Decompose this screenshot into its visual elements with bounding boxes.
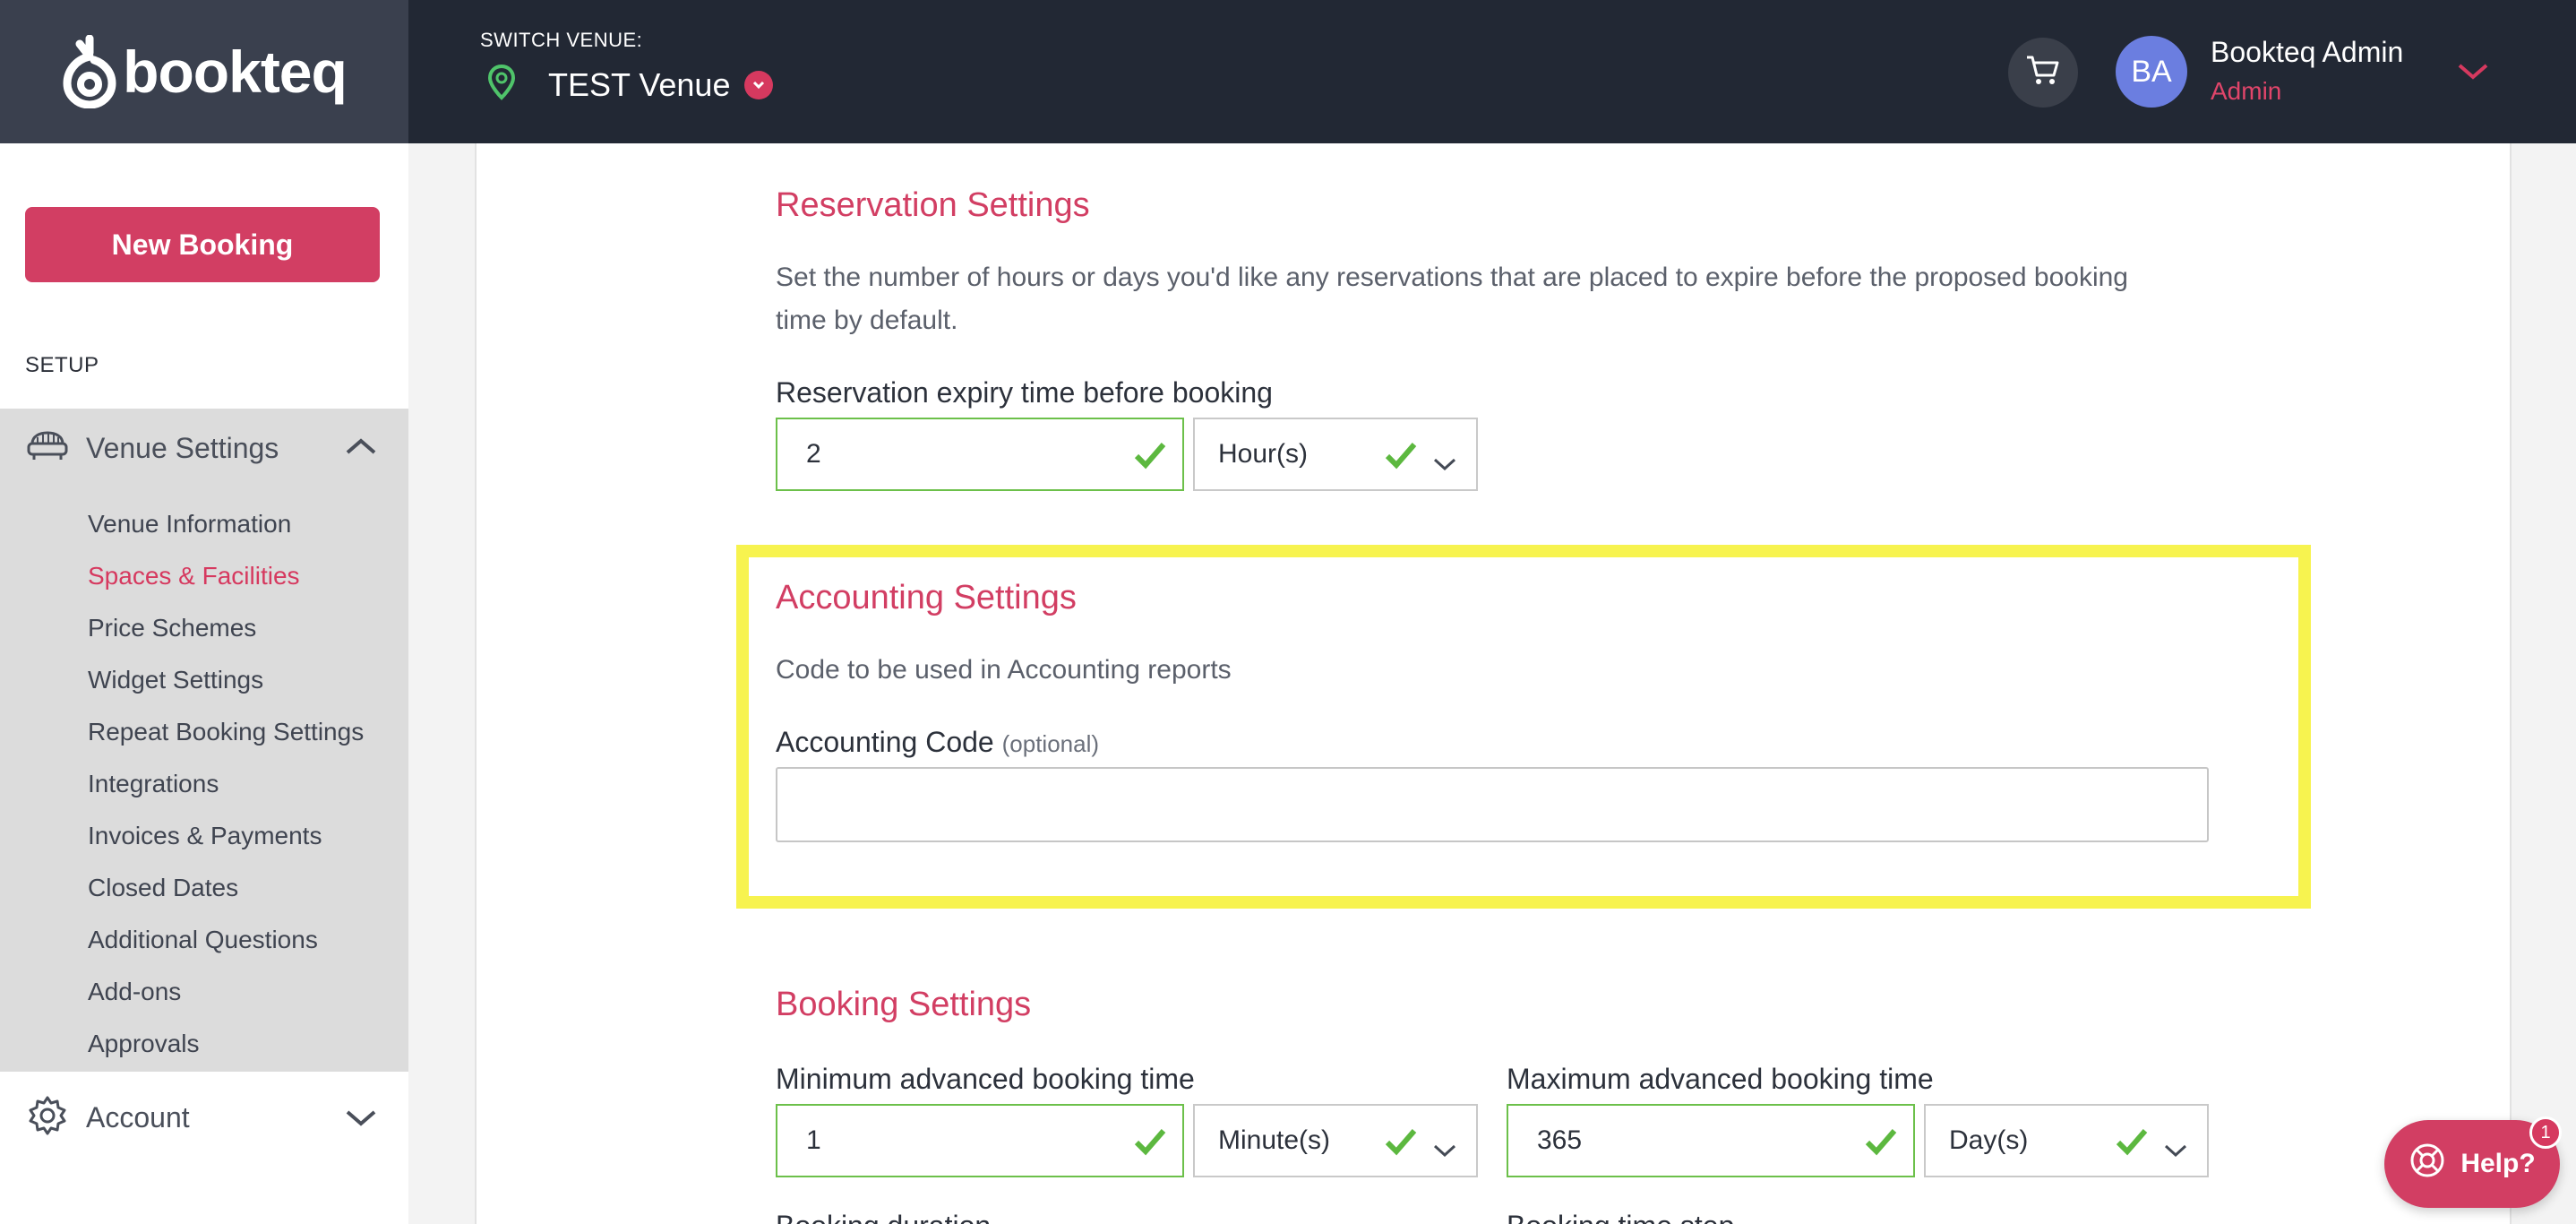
venue-name: TEST Venue (548, 65, 731, 103)
user-name[interactable]: Bookteq Admin (2211, 36, 2403, 69)
check-icon (1865, 1127, 1897, 1163)
reservation-settings-description: Set the number of hours or days you'd li… (776, 263, 2128, 335)
new-booking-button[interactable]: New Booking (25, 207, 380, 282)
min-booking-time-input[interactable]: 1 (776, 1104, 1184, 1177)
cart-icon (2025, 54, 2061, 92)
chevron-down-icon (2164, 1134, 2187, 1165)
cart-button[interactable] (2008, 38, 2078, 108)
accounting-settings-description: Code to be used in Accounting reports (776, 655, 1232, 685)
min-booking-time-value: 1 (806, 1125, 821, 1155)
sidebar-item-spaces-facilities[interactable]: Spaces & Facilities (88, 550, 364, 602)
check-icon (1385, 441, 1417, 477)
accounting-settings-title: Accounting Settings (776, 579, 1077, 616)
accounting-code-label-text: Accounting Code (776, 726, 994, 758)
reservation-expiry-label: Reservation expiry time before booking (776, 376, 1273, 409)
accounting-code-label: Accounting Code (optional) (776, 726, 1099, 759)
chevron-down-icon[interactable] (344, 1108, 378, 1133)
location-pin-icon (487, 64, 516, 105)
sidebar: New Booking SETUP Venue Settings Venue I… (0, 143, 408, 1224)
chevron-down-icon (1433, 448, 1456, 478)
lifebuoy-icon (2409, 1142, 2446, 1186)
sidebar-item-repeat-booking-settings[interactable]: Repeat Booking Settings (88, 706, 364, 758)
venue-settings-label: Venue Settings (86, 431, 279, 464)
max-booking-time-value: 365 (1537, 1125, 1583, 1155)
venue-settings-menu: Venue Information Spaces & Facilities Pr… (88, 498, 364, 1070)
check-icon (1134, 441, 1166, 477)
venue-switcher[interactable]: SWITCH VENUE: TEST Venue (480, 29, 774, 105)
min-booking-time-label: Minimum advanced booking time (776, 1063, 1195, 1095)
logo[interactable]: bookteq (0, 0, 408, 143)
logo-text: bookteq (123, 39, 348, 105)
sidebar-item-approvals[interactable]: Approvals (88, 1018, 364, 1070)
chevron-down-icon (1433, 1134, 1456, 1165)
check-icon (2116, 1127, 2148, 1163)
venue-settings-group: Venue Settings Venue Information Spaces … (0, 409, 408, 1072)
top-header: bookteq SWITCH VENUE: TEST Venue BA Book… (0, 0, 2576, 143)
check-icon (1385, 1127, 1417, 1163)
sidebar-item-price-schemes[interactable]: Price Schemes (88, 602, 364, 654)
booking-settings-title: Booking Settings (776, 986, 1032, 1023)
sofa-icon (27, 429, 68, 468)
bookteq-logo-icon (62, 35, 117, 108)
reservation-expiry-unit-select[interactable]: Hour(s) (1193, 418, 1478, 491)
account-label: Account (86, 1100, 190, 1133)
sidebar-item-additional-questions[interactable]: Additional Questions (88, 914, 364, 966)
booking-time-step-label: Booking time step (1507, 1210, 1734, 1224)
gear-icon (27, 1095, 68, 1141)
chevron-up-icon[interactable] (344, 435, 378, 461)
optional-tag: (optional) (1001, 730, 1100, 757)
reservation-expiry-input[interactable]: 2 (776, 418, 1184, 491)
user-menu-chevron-icon[interactable] (2456, 61, 2490, 87)
notification-badge: 1 (2529, 1116, 2562, 1149)
sidebar-item-venue-information[interactable]: Venue Information (88, 498, 364, 550)
sidebar-item-invoices-payments[interactable]: Invoices & Payments (88, 810, 364, 862)
chevron-down-icon[interactable] (744, 70, 774, 99)
booking-duration-label: Booking duration (776, 1210, 991, 1224)
setup-section-label: SETUP (25, 353, 99, 377)
avatar[interactable]: BA (2116, 36, 2187, 108)
accounting-code-input[interactable] (776, 767, 2209, 842)
account-group-toggle[interactable]: Account (0, 1072, 408, 1163)
reservation-expiry-unit-value: Hour(s) (1218, 439, 1309, 469)
check-icon (1134, 1127, 1166, 1163)
sidebar-item-integrations[interactable]: Integrations (88, 758, 364, 810)
reservation-settings-title: Reservation Settings (776, 186, 1090, 224)
max-booking-time-input[interactable]: 365 (1507, 1104, 1915, 1177)
sidebar-item-add-ons[interactable]: Add-ons (88, 966, 364, 1018)
min-booking-time-unit-value: Minute(s) (1218, 1125, 1331, 1155)
user-role: Admin (2211, 77, 2282, 105)
reservation-expiry-value: 2 (806, 439, 821, 469)
max-booking-time-label: Maximum advanced booking time (1507, 1063, 1934, 1095)
help-label: Help? (2460, 1149, 2536, 1178)
max-booking-time-unit-value: Day(s) (1949, 1125, 2029, 1155)
sidebar-item-widget-settings[interactable]: Widget Settings (88, 654, 364, 706)
sidebar-item-closed-dates[interactable]: Closed Dates (88, 862, 364, 914)
min-booking-time-unit-select[interactable]: Minute(s) (1193, 1104, 1478, 1177)
max-booking-time-unit-select[interactable]: Day(s) (1924, 1104, 2209, 1177)
switch-venue-label: SWITCH VENUE: (480, 29, 643, 51)
venue-settings-toggle[interactable]: Venue Settings (0, 409, 408, 487)
